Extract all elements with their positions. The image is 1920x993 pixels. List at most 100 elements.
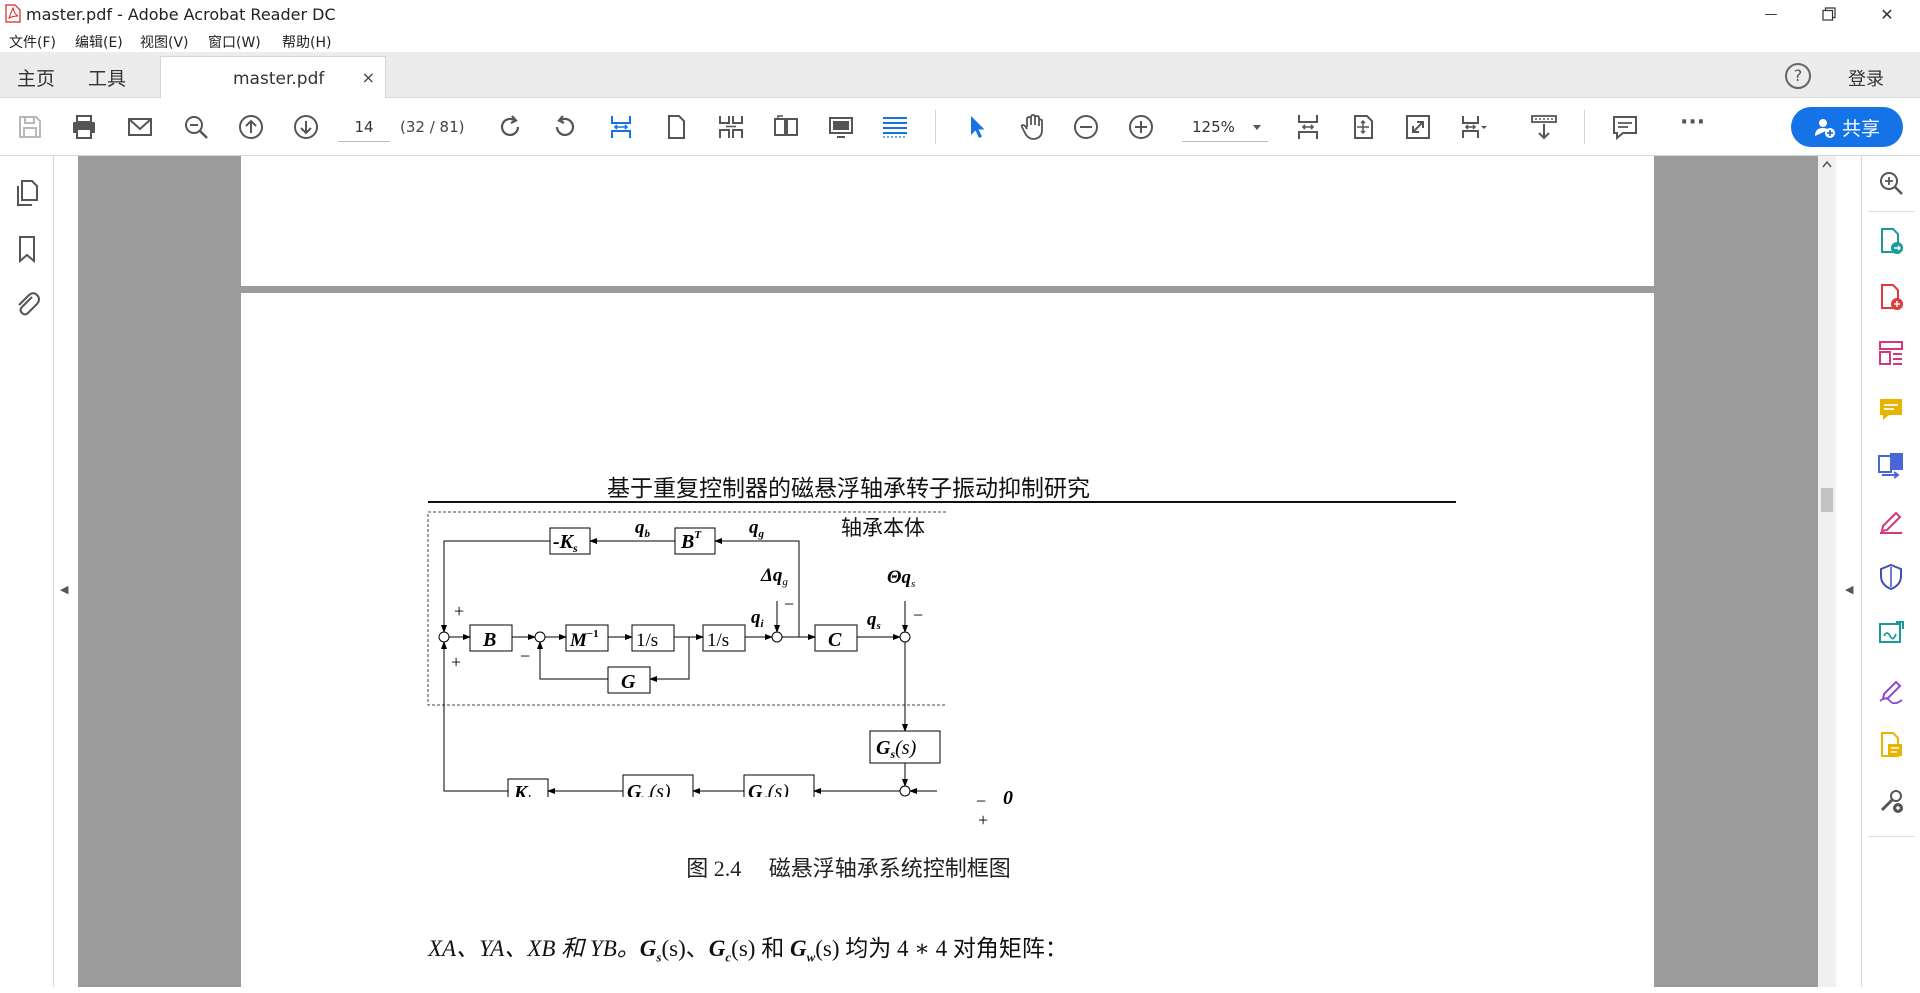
save-icon[interactable] <box>15 112 45 142</box>
toolbar-separator <box>1584 110 1585 144</box>
login-link[interactable]: 登录 <box>1848 65 1884 91</box>
menu-help[interactable]: 帮助(H) <box>282 32 331 52</box>
send-for-signature-icon[interactable] <box>1876 618 1906 648</box>
g1-main: G <box>639 936 657 961</box>
signal-qg: qg <box>749 517 765 540</box>
menu-edit[interactable]: 编辑(E) <box>75 32 123 52</box>
single-page-icon[interactable] <box>661 112 691 142</box>
toolbar: 14 (32 / 81) 125% ··· <box>0 98 1920 156</box>
sum-junction-2 <box>534 631 546 643</box>
print-icon[interactable] <box>69 112 99 142</box>
region-label: 轴承本体 <box>841 516 925 540</box>
sign-minus: − <box>520 646 530 666</box>
page-down-icon[interactable] <box>291 112 321 142</box>
scroll-up-arrow-icon[interactable] <box>1822 161 1832 168</box>
page-number-input[interactable]: 14 <box>338 112 390 142</box>
close-tab-icon[interactable]: × <box>362 68 375 87</box>
fullscreen-icon[interactable] <box>1403 112 1433 142</box>
qi-sub: i <box>761 618 765 630</box>
zoom-value: 125% <box>1192 118 1235 136</box>
sign-plus: + <box>451 652 461 672</box>
scroll-mode-icon[interactable] <box>1458 112 1488 142</box>
panel-divider <box>1868 211 1914 212</box>
left-navigation-panel <box>0 156 54 987</box>
integrator-2-label: 1/s <box>707 630 729 651</box>
signature-icon[interactable] <box>1876 674 1906 705</box>
minimize-button[interactable]: — <box>1742 0 1800 28</box>
bookmarks-icon[interactable] <box>15 234 39 264</box>
block-diagram: 轴承本体 -Ks BT B M−1 1/s 1/s C G Gs(s) G (s… <box>427 511 947 797</box>
pdf-file-icon <box>5 4 21 23</box>
left-panel-toggle-strip: ◀ <box>54 156 78 987</box>
scrollbar-thumb[interactable] <box>1821 488 1833 512</box>
stamp-icon[interactable] <box>1876 730 1906 760</box>
fit-visible-icon[interactable] <box>1348 112 1378 142</box>
g1-arg: (s) <box>661 936 686 961</box>
menu-view[interactable]: 视图(V) <box>140 32 189 52</box>
fit-page-icon[interactable] <box>1293 112 1323 142</box>
rotate-ccw-icon[interactable] <box>550 112 580 142</box>
attachments-icon[interactable] <box>13 288 41 318</box>
protect-icon[interactable] <box>1876 562 1906 592</box>
integrator-1-label: 1/s <box>636 630 658 651</box>
vertical-scrollbar[interactable] <box>1818 156 1836 987</box>
zoom-select[interactable]: 125% <box>1182 112 1268 142</box>
two-page-icon[interactable] <box>771 112 801 142</box>
help-icon[interactable]: ? <box>1785 63 1811 89</box>
block-b-label: B <box>482 629 496 651</box>
menu-window[interactable]: 窗口(W) <box>208 32 261 52</box>
gw-main: G <box>627 781 642 797</box>
signal-delta-qg: Δqg <box>760 565 788 588</box>
block-gs-label: Gs(s) <box>876 737 917 761</box>
restore-button[interactable] <box>1800 0 1858 28</box>
gs-main: G <box>876 737 891 759</box>
create-pdf-icon[interactable] <box>1876 282 1906 312</box>
block-gc-label: Gc(s) <box>748 781 789 797</box>
tab-home[interactable]: 主页 <box>17 64 55 91</box>
select-cursor-icon[interactable] <box>962 112 992 142</box>
block-gw-label: Gw(s) <box>627 781 671 797</box>
g2-main: G <box>708 936 726 961</box>
fit-width-icon[interactable] <box>606 112 636 142</box>
combine-files-icon[interactable] <box>1876 450 1906 480</box>
fill-sign-icon[interactable] <box>1876 506 1906 536</box>
sum-junction-5 <box>899 785 911 797</box>
neg-ks-main: -K <box>553 531 575 553</box>
chevron-down-icon <box>1253 125 1261 130</box>
menu-file[interactable]: 文件(F) <box>9 32 56 52</box>
email-icon[interactable] <box>125 112 155 142</box>
edit-pdf-icon[interactable] <box>1876 338 1906 368</box>
page-thumbnails-icon[interactable] <box>13 178 41 208</box>
presentation-icon[interactable] <box>826 112 856 142</box>
rotate-cw-icon[interactable] <box>495 112 525 142</box>
comment-icon[interactable] <box>1610 112 1640 142</box>
close-window-button[interactable]: ✕ <box>1858 0 1916 28</box>
page-number-value: 14 <box>354 118 374 136</box>
signal-qs: qs <box>867 609 881 632</box>
read-mode-icon[interactable] <box>880 112 910 142</box>
two-page-scroll-icon[interactable] <box>716 112 746 142</box>
expand-right-icon[interactable]: ◀ <box>1845 583 1853 596</box>
title-bar: master.pdf - Adobe Acrobat Reader DC — ✕ <box>0 0 1920 28</box>
gc-main: G <box>748 781 763 797</box>
minv-main: M <box>569 630 588 651</box>
toolbar-separator <box>935 110 936 144</box>
search-zoom-icon[interactable] <box>181 112 211 142</box>
more-tools-icon[interactable] <box>1876 786 1906 816</box>
tab-document[interactable]: master.pdf × <box>160 56 386 99</box>
page-up-icon[interactable] <box>236 112 266 142</box>
search-panel-icon[interactable] <box>1876 168 1906 198</box>
gc-arg: (s) <box>768 781 789 797</box>
zoom-out-icon[interactable] <box>1071 112 1101 142</box>
more-icon[interactable]: ··· <box>1680 110 1705 135</box>
comment-tool-icon[interactable] <box>1876 394 1906 424</box>
share-button[interactable]: 共享 <box>1791 107 1903 147</box>
page-running-header: 基于重复控制器的磁悬浮轴承转子振动抑制研究 <box>607 476 1090 501</box>
download-icon[interactable] <box>1529 112 1559 142</box>
export-pdf-icon[interactable] <box>1876 226 1906 256</box>
zoom-in-icon[interactable] <box>1126 112 1156 142</box>
hand-tool-icon[interactable] <box>1017 112 1047 142</box>
document-viewport[interactable]: 基于重复控制器的磁悬浮轴承转子振动抑制研究 轴承本体 -Ks BT B M−1 … <box>78 156 1818 993</box>
tab-tools[interactable]: 工具 <box>88 64 126 91</box>
collapse-left-icon[interactable]: ◀ <box>60 583 68 596</box>
